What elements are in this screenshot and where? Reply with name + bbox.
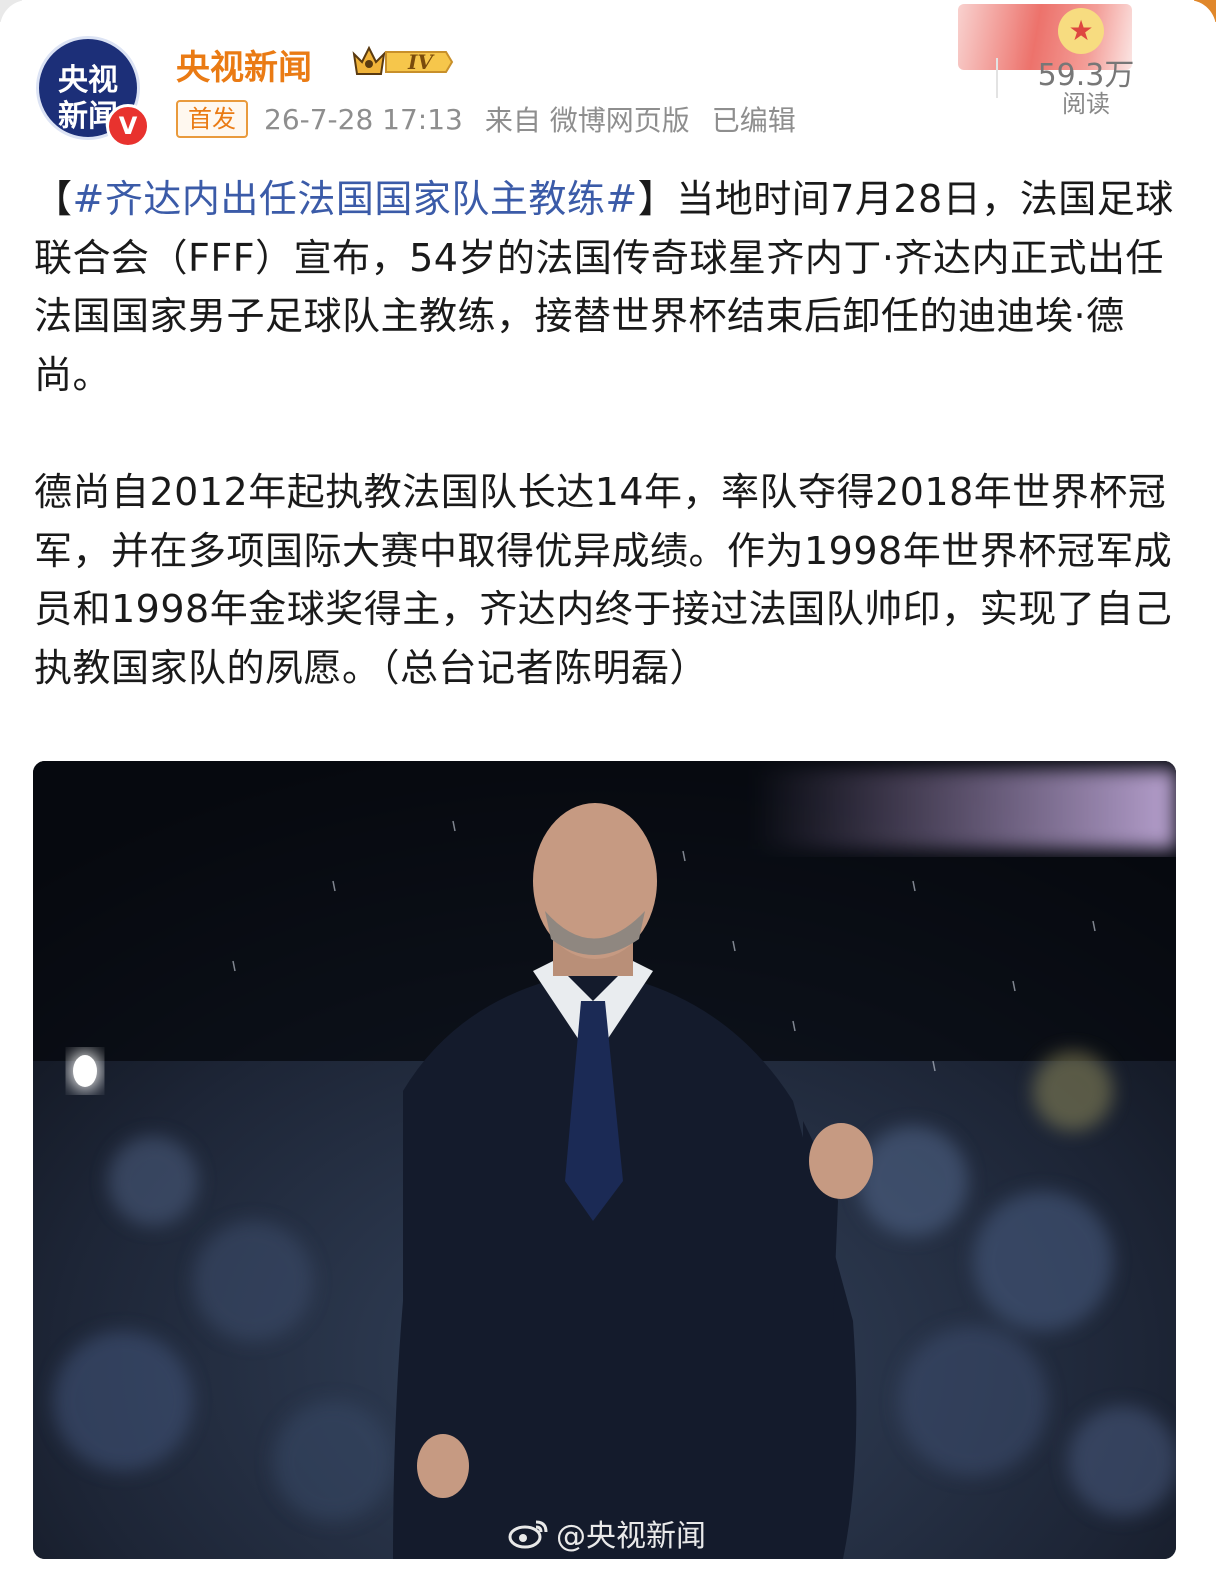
vip-crown-icon[interactable]: IV bbox=[350, 42, 456, 82]
watermark-text: @央视新闻 bbox=[556, 1519, 706, 1554]
read-label: 阅读 bbox=[1062, 90, 1110, 118]
weibo-logo-icon bbox=[508, 1520, 548, 1549]
emblem-icon: ★ bbox=[1058, 8, 1104, 54]
edited-label[interactable]: 已编辑 bbox=[712, 99, 796, 139]
account-name[interactable]: 央视新闻 bbox=[176, 40, 312, 89]
vip-level-text: IV bbox=[407, 50, 435, 74]
post-paragraph-1: 【#齐达内出任法国国家队主教练#】当地时间7月28日，法国足球联合会（FFF）宣… bbox=[34, 170, 1184, 404]
topic-link[interactable]: #齐达内出任法国国家队主教练# bbox=[73, 177, 638, 221]
image-watermark: @央视新闻 bbox=[508, 1513, 706, 1554]
bracket-open: 【 bbox=[34, 177, 73, 221]
post-meta: 首发 26-7-28 17:13 来自 微博网页版 已编辑 bbox=[176, 100, 796, 138]
post-image[interactable] bbox=[33, 761, 1176, 1559]
first-publish-badge: 首发 bbox=[176, 100, 248, 138]
post-timestamp: 26-7-28 17:13 bbox=[264, 102, 463, 136]
photo-illustration bbox=[33, 761, 1176, 1559]
post-source[interactable]: 来自 微博网页版 bbox=[485, 99, 690, 139]
post-paragraph-2: 德尚自2012年起执教法国队长达14年，率队夺得2018年世界杯冠军，并在多项国… bbox=[34, 470, 1173, 690]
verified-v-icon: V bbox=[106, 104, 150, 148]
post-card: 央视 新闻 V 央视新闻 IV 首发 26-7-28 17:13 来自 微博网页… bbox=[0, 0, 1216, 1579]
divider bbox=[996, 58, 998, 98]
